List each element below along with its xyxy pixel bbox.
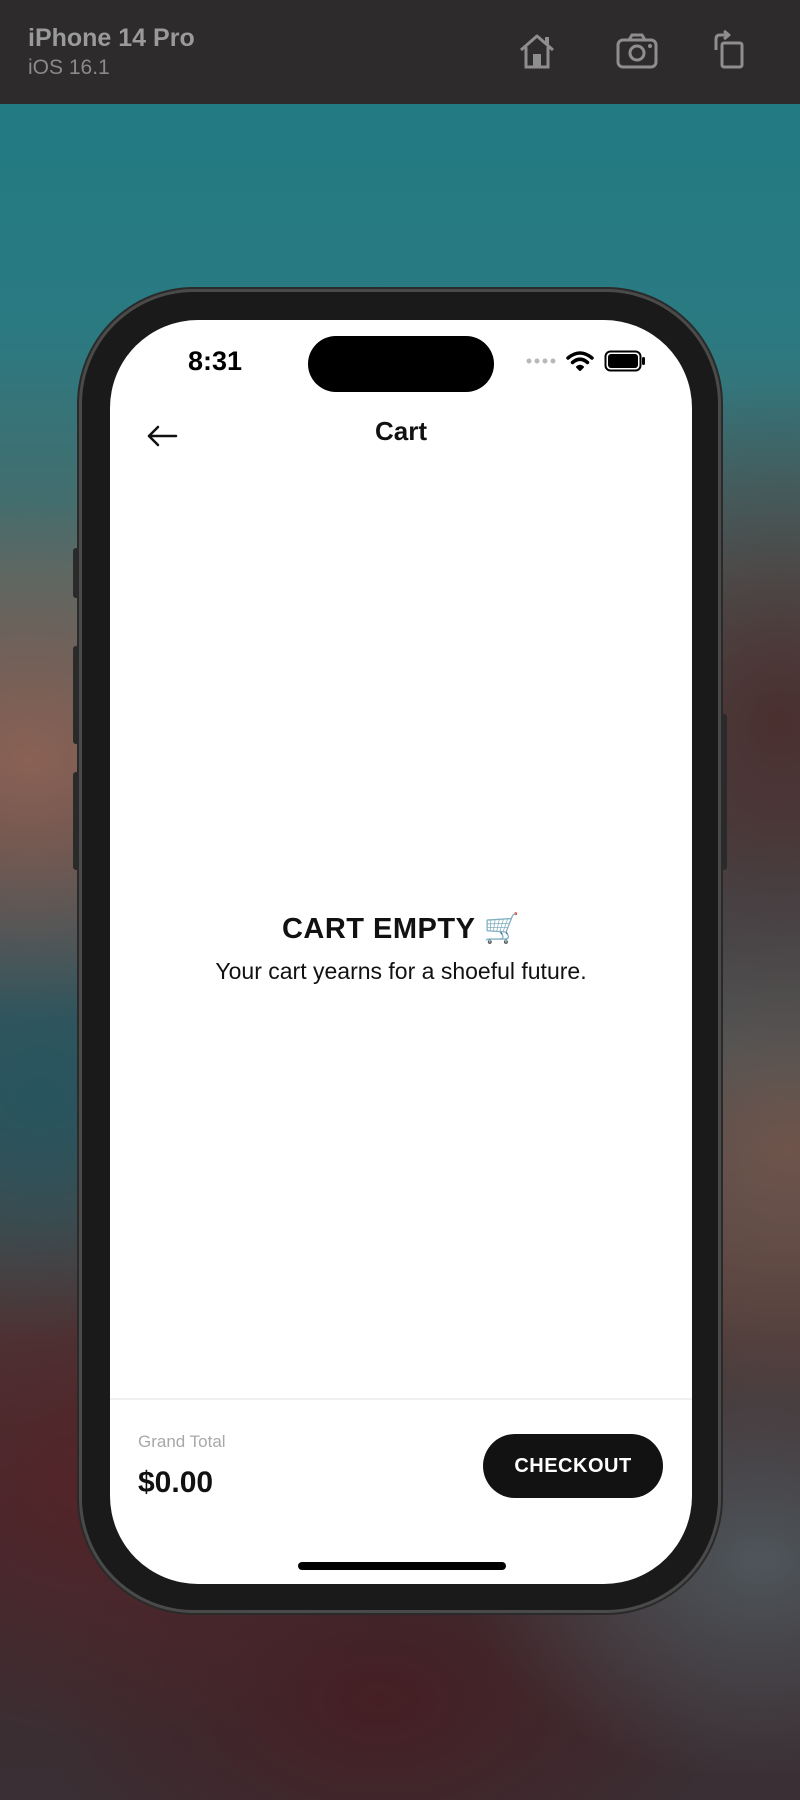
os-version: iOS 16.1 xyxy=(28,56,110,79)
rotate-icon xyxy=(714,30,744,69)
empty-cart-title: CART EMPTY xyxy=(281,912,476,945)
footer-divider xyxy=(110,1398,692,1400)
empty-cart-subtitle: Your cart yearns for a shoeful future. xyxy=(215,958,587,984)
screenshot-button[interactable] xyxy=(614,28,660,74)
device-name: iPhone 14 Pro xyxy=(28,24,195,52)
screenshot-icon xyxy=(616,33,658,69)
phone-screen: 8:31 Cart CART EMPTY 🛒 Your cart yearns … xyxy=(110,320,692,1584)
status-time: 8:31 xyxy=(188,346,243,376)
home-button[interactable] xyxy=(514,28,560,74)
volume-up-button xyxy=(73,646,81,744)
simulator-toolbar: iPhone 14 Pro iOS 16.1 xyxy=(0,0,800,104)
battery-icon xyxy=(604,350,645,372)
power-button xyxy=(719,714,727,870)
empty-cart-state: CART EMPTY 🛒 Your cart yearns for a shoe… xyxy=(110,912,692,985)
checkout-button[interactable]: CHECKOUT xyxy=(483,1434,663,1498)
volume-down-button xyxy=(73,772,81,870)
status-icons xyxy=(526,350,646,372)
grand-total-value: $0.00 xyxy=(138,1466,214,1499)
empty-cart-heading: CART EMPTY 🛒 xyxy=(282,912,520,946)
shopping-cart-icon: 🛒 xyxy=(483,913,521,945)
signal-dots-icon xyxy=(526,358,556,364)
home-indicator[interactable] xyxy=(298,1562,506,1570)
action-button xyxy=(73,548,81,598)
wifi-icon xyxy=(566,351,594,371)
rotate-button[interactable] xyxy=(706,28,752,74)
dynamic-island xyxy=(308,336,494,392)
home-icon xyxy=(520,34,554,69)
grand-total-label: Grand Total xyxy=(138,1432,226,1451)
page-title: Cart xyxy=(374,416,427,446)
